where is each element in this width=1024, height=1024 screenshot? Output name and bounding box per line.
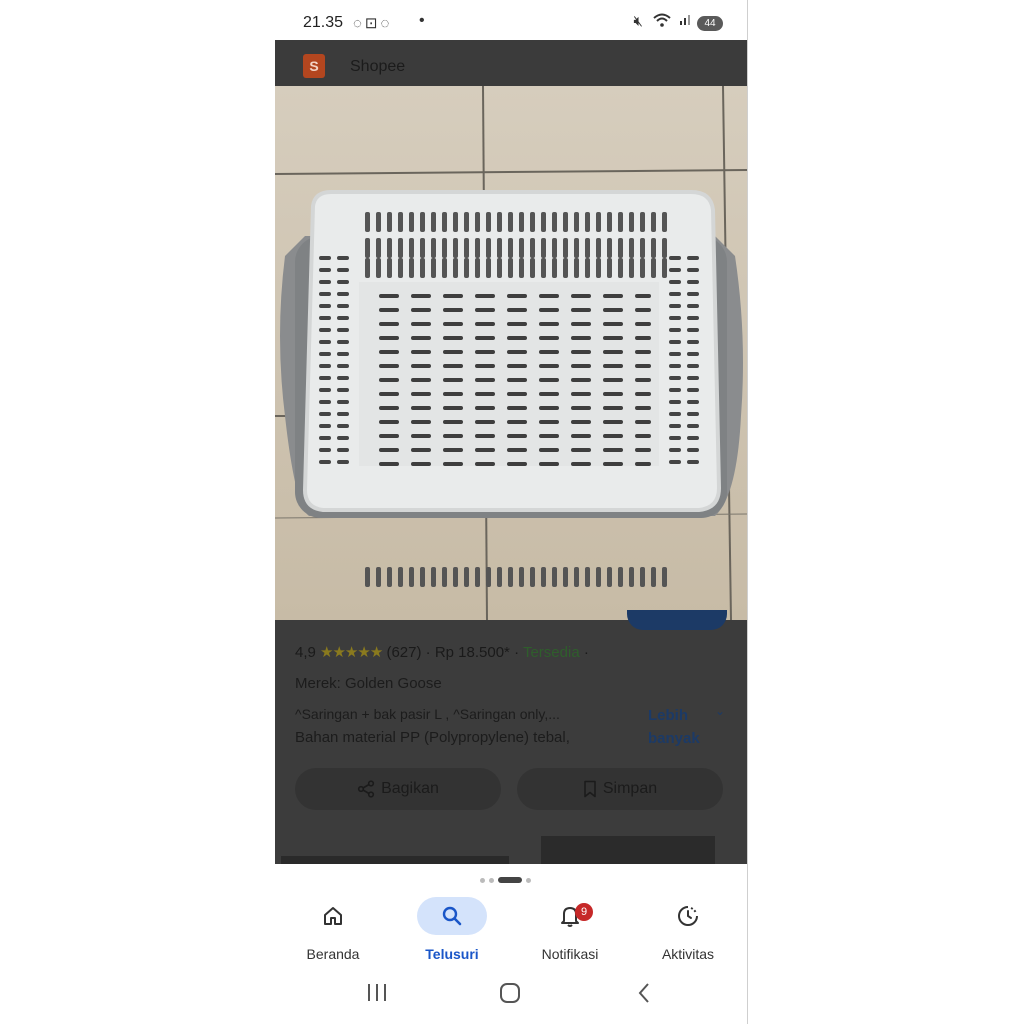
- more-label: Lebih: [648, 707, 688, 724]
- bell-icon: [520, 896, 620, 936]
- page-dot: [526, 877, 531, 883]
- review-count: (627): [386, 644, 422, 661]
- visit-button[interactable]: [627, 610, 727, 630]
- system-navigation: [275, 976, 747, 1016]
- home-button-icon[interactable]: [500, 983, 520, 1003]
- description-line-2: Bahan material PP (Polypropylene) tebal,: [295, 729, 570, 746]
- rating-price-line: 4,9 ★★★★★ (627) · Rp 18.500* · Tersedia …: [295, 643, 589, 661]
- share-icon: [357, 780, 375, 798]
- page-indicator: [480, 876, 531, 884]
- source-header[interactable]: S Shopee: [275, 40, 747, 86]
- page-dot: [489, 877, 494, 883]
- separator: ·: [514, 644, 520, 661]
- active-indicator: [402, 896, 502, 936]
- notification-badge: 9: [575, 903, 593, 921]
- recent-apps-icon[interactable]: [368, 984, 386, 1001]
- shopee-logo-icon: S: [303, 54, 325, 78]
- more-link[interactable]: Lebih banyak: [648, 704, 700, 750]
- status-time: 21.35: [303, 14, 344, 31]
- page-dot: [480, 877, 485, 883]
- dimmed-content: S Shopee 4,9 ★★★★★ (627) · Rp 18.500* · …: [275, 40, 747, 864]
- nav-label: Aktivitas: [661, 946, 715, 962]
- chevron-down-icon: ⌄: [715, 704, 726, 718]
- whatsapp-icon: ◌: [380, 15, 393, 32]
- rating-value: 4,9: [295, 644, 316, 661]
- signal-icon: [679, 12, 693, 30]
- more-label: banyak: [648, 730, 700, 747]
- wifi-icon: [653, 13, 671, 31]
- mute-icon: 🔇︎: [633, 13, 643, 30]
- related-thumbnail[interactable]: [541, 836, 715, 864]
- nav-label: Notifikasi: [541, 946, 599, 962]
- status-bar: 21.35 ◌⊡◌ • 🔇︎ 44: [275, 0, 747, 40]
- page-dot-active: [498, 877, 522, 883]
- basket-photo: [275, 86, 747, 620]
- save-label: Simpan: [602, 780, 658, 797]
- brand-text: Merek: Golden Goose: [295, 675, 442, 692]
- availability: Tersedia: [522, 644, 580, 661]
- search-icon: [417, 897, 487, 935]
- bookmark-icon: [584, 780, 596, 798]
- screen-edge: [747, 0, 748, 1024]
- notification-icons: ◌⊡◌: [353, 14, 392, 32]
- nav-item-beranda[interactable]: Beranda: [283, 896, 383, 962]
- save-button[interactable]: Simpan: [517, 768, 723, 810]
- product-info: 4,9 ★★★★★ (627) · Rp 18.500* · Tersedia …: [275, 610, 747, 864]
- phone-screen: 21.35 ◌⊡◌ • 🔇︎ 44 S Shopee 4,9 ★★★★★ (62…: [275, 0, 747, 1024]
- related-thumbnail[interactable]: [281, 856, 509, 864]
- screenshot-icon: ⊡: [364, 15, 381, 32]
- share-label: Bagikan: [381, 780, 439, 797]
- whatsapp-icon: ◌: [353, 15, 365, 32]
- status-dot: •: [419, 12, 425, 29]
- nav-label: Telusuri: [425, 946, 479, 962]
- product-image[interactable]: [275, 86, 747, 620]
- bottom-navigation: Beranda Telusuri 9 Notifikasi Aktivitas: [275, 896, 747, 970]
- nav-item-aktivitas[interactable]: Aktivitas: [638, 896, 738, 962]
- battery-icon: 44: [697, 16, 723, 31]
- back-icon[interactable]: [638, 983, 649, 1003]
- share-button[interactable]: Bagikan: [295, 768, 501, 810]
- nav-item-telusuri[interactable]: Telusuri: [402, 896, 502, 962]
- nav-label: Beranda: [306, 946, 360, 962]
- star-rating-icon: ★★★★★: [320, 644, 383, 661]
- price: Rp 18.500*: [434, 644, 510, 661]
- activity-icon: [638, 896, 738, 936]
- home-icon: [283, 896, 383, 936]
- description-line-1: ^Saringan + bak pasir L , ^Saringan only…: [295, 706, 560, 722]
- separator: ·: [425, 644, 431, 661]
- source-title: Shopee: [350, 58, 406, 75]
- nav-item-notifikasi[interactable]: 9 Notifikasi: [520, 896, 620, 962]
- separator: ·: [583, 644, 589, 661]
